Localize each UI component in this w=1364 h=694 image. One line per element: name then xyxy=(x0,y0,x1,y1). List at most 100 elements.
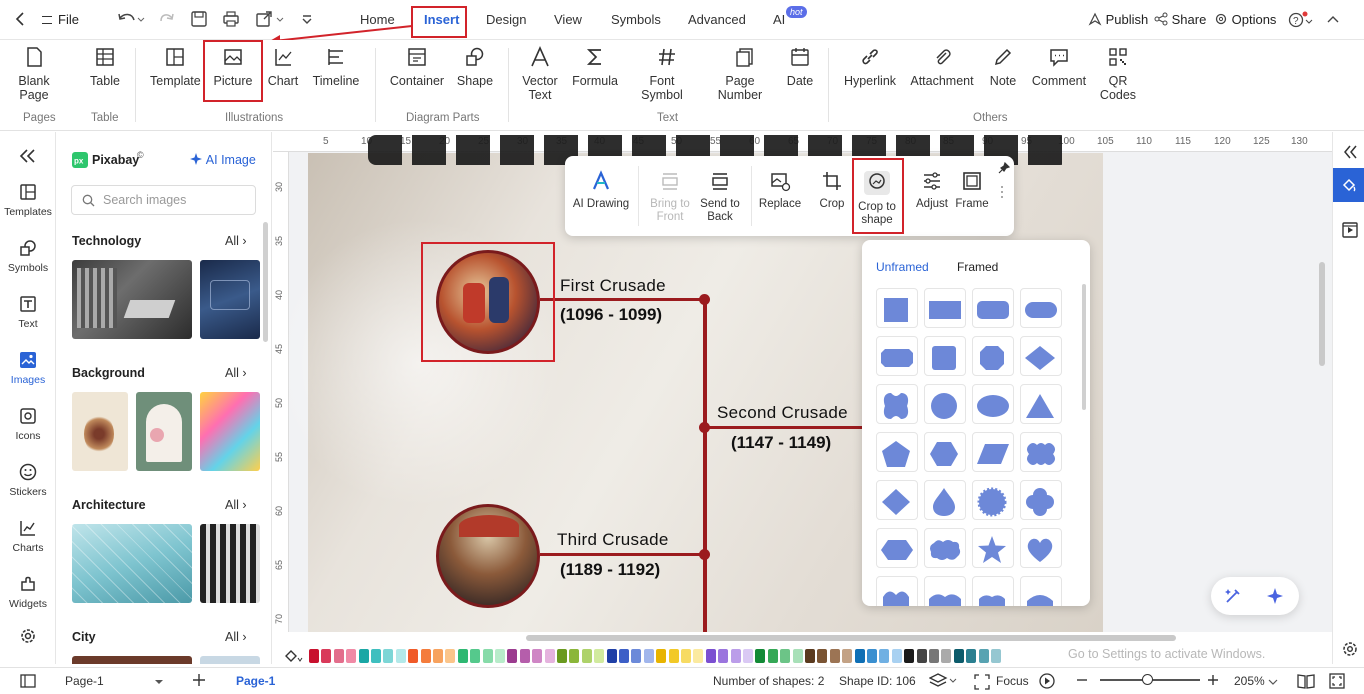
replace-button[interactable]: Replace xyxy=(757,170,803,211)
color-swatch[interactable] xyxy=(594,649,605,663)
color-swatch[interactable] xyxy=(544,649,555,663)
page-number-button[interactable]: Page Number xyxy=(714,46,776,102)
color-swatch[interactable] xyxy=(346,649,357,663)
redo-icon[interactable] xyxy=(158,10,176,28)
color-swatch[interactable] xyxy=(321,649,332,663)
bring-to-front-button[interactable]: Bring to Front xyxy=(644,170,696,224)
color-swatch[interactable] xyxy=(891,649,902,663)
tab-framed[interactable]: Framed xyxy=(957,260,998,274)
crop-shape-wave-top-3[interactable] xyxy=(972,576,1014,606)
fill-bucket-icon[interactable] xyxy=(283,648,303,664)
rail-templates[interactable]: Templates xyxy=(0,182,56,218)
color-swatch[interactable] xyxy=(395,649,406,663)
crop-shape-wave-top-2[interactable] xyxy=(924,576,966,606)
color-swatch[interactable] xyxy=(507,649,518,663)
color-swatch[interactable] xyxy=(482,649,493,663)
color-swatch[interactable] xyxy=(668,649,679,663)
zoom-slider-handle[interactable] xyxy=(1142,674,1153,685)
crop-shape-diamond[interactable] xyxy=(1020,336,1062,376)
crop-shape-seal[interactable] xyxy=(972,480,1014,520)
table-button[interactable]: Table xyxy=(88,46,122,88)
share-button[interactable]: Share xyxy=(1154,12,1206,27)
expand-panel-icon[interactable] xyxy=(1342,144,1358,160)
blank-page-button[interactable]: Blank Page xyxy=(14,46,54,102)
color-swatch[interactable] xyxy=(495,649,505,663)
rail-widgets[interactable]: Widgets xyxy=(0,574,56,610)
crop-shape-rounded-square[interactable] xyxy=(924,336,966,376)
color-swatch[interactable] xyxy=(817,649,828,663)
toolbar-drag-handle[interactable] xyxy=(1001,186,1003,200)
color-swatch[interactable] xyxy=(854,649,865,663)
color-swatch[interactable] xyxy=(966,649,977,663)
crop-shape-square[interactable] xyxy=(876,288,918,328)
rail-symbols[interactable]: Symbols xyxy=(0,238,56,274)
undo-icon[interactable] xyxy=(116,10,146,28)
second-crusade-title[interactable]: Second Crusade xyxy=(717,403,848,423)
section-background-all[interactable]: All › xyxy=(225,366,247,380)
settings-gear-icon[interactable] xyxy=(18,626,38,646)
crop-shape-wave-top-1[interactable] xyxy=(876,576,918,606)
color-swatch[interactable] xyxy=(408,649,419,663)
color-swatch[interactable] xyxy=(879,649,890,663)
color-swatch[interactable] xyxy=(309,649,319,663)
fill-style-button[interactable] xyxy=(1333,168,1364,202)
rail-stickers[interactable]: Stickers xyxy=(0,462,56,498)
crop-shape-pill[interactable] xyxy=(1020,288,1062,328)
color-swatch[interactable] xyxy=(730,649,741,663)
tab-advanced[interactable]: Advanced xyxy=(688,12,746,27)
zoom-chevron-icon[interactable] xyxy=(1268,678,1278,686)
crop-shape-circle[interactable] xyxy=(924,384,966,424)
tab-ai[interactable]: AI xyxy=(773,12,785,27)
play-icon[interactable] xyxy=(1038,672,1056,690)
options-button[interactable]: Options xyxy=(1214,12,1276,27)
color-swatch[interactable] xyxy=(457,649,468,663)
color-swatch[interactable] xyxy=(383,649,394,663)
color-swatch[interactable] xyxy=(693,649,704,663)
timeline-button[interactable]: Timeline xyxy=(312,46,360,88)
frame-button[interactable]: Frame xyxy=(954,170,990,211)
formula-button[interactable]: Formula xyxy=(570,46,620,88)
color-swatch[interactable] xyxy=(656,649,667,663)
tab-design[interactable]: Design xyxy=(486,12,526,27)
color-swatch[interactable] xyxy=(420,649,431,663)
crop-shape-rhombus[interactable] xyxy=(876,480,918,520)
page-select[interactable]: Page-1 xyxy=(56,672,170,692)
architecture-thumb-1[interactable] xyxy=(72,524,192,603)
container-button[interactable]: Container xyxy=(388,46,446,88)
attachment-button[interactable]: Attachment xyxy=(909,46,975,88)
file-menu[interactable]: File xyxy=(42,12,79,27)
note-button[interactable]: Note xyxy=(986,46,1020,88)
help-icon[interactable]: ? xyxy=(1288,11,1314,29)
color-swatch[interactable] xyxy=(333,649,344,663)
collapse-panel-icon[interactable] xyxy=(18,148,38,164)
add-page-icon[interactable] xyxy=(192,673,206,687)
color-swatch[interactable] xyxy=(681,649,691,663)
crop-shape-star[interactable] xyxy=(972,528,1014,568)
color-swatch[interactable] xyxy=(755,649,766,663)
save-icon[interactable] xyxy=(190,10,208,28)
color-swatch[interactable] xyxy=(743,649,753,663)
color-swatch[interactable] xyxy=(519,649,530,663)
technology-thumb-1[interactable] xyxy=(72,260,192,339)
layers-icon[interactable] xyxy=(929,672,957,690)
color-swatch[interactable] xyxy=(904,649,915,663)
color-swatch[interactable] xyxy=(767,649,778,663)
color-swatch[interactable] xyxy=(929,649,939,663)
tab-unframed[interactable]: Unframed xyxy=(876,260,929,274)
crop-shape-parallelogram[interactable] xyxy=(972,432,1014,472)
color-swatch[interactable] xyxy=(705,649,716,663)
color-swatch[interactable] xyxy=(953,649,964,663)
ai-drawing-button[interactable]: AI Drawing xyxy=(571,170,631,211)
crop-shape-long-hexagon[interactable] xyxy=(876,528,918,568)
template-button[interactable]: Template xyxy=(150,46,201,88)
color-swatch[interactable] xyxy=(978,649,989,663)
page-layout-icon[interactable] xyxy=(20,674,36,688)
pin-icon[interactable] xyxy=(998,162,1010,174)
search-input[interactable]: Search images xyxy=(71,185,256,215)
third-crusade-years[interactable]: (1189 - 1192) xyxy=(560,560,660,580)
date-button[interactable]: Date xyxy=(786,46,814,88)
color-swatch[interactable] xyxy=(445,649,456,663)
chart-button[interactable]: Chart xyxy=(266,46,300,88)
color-swatch[interactable] xyxy=(358,649,369,663)
city-thumb-1[interactable] xyxy=(72,656,192,664)
